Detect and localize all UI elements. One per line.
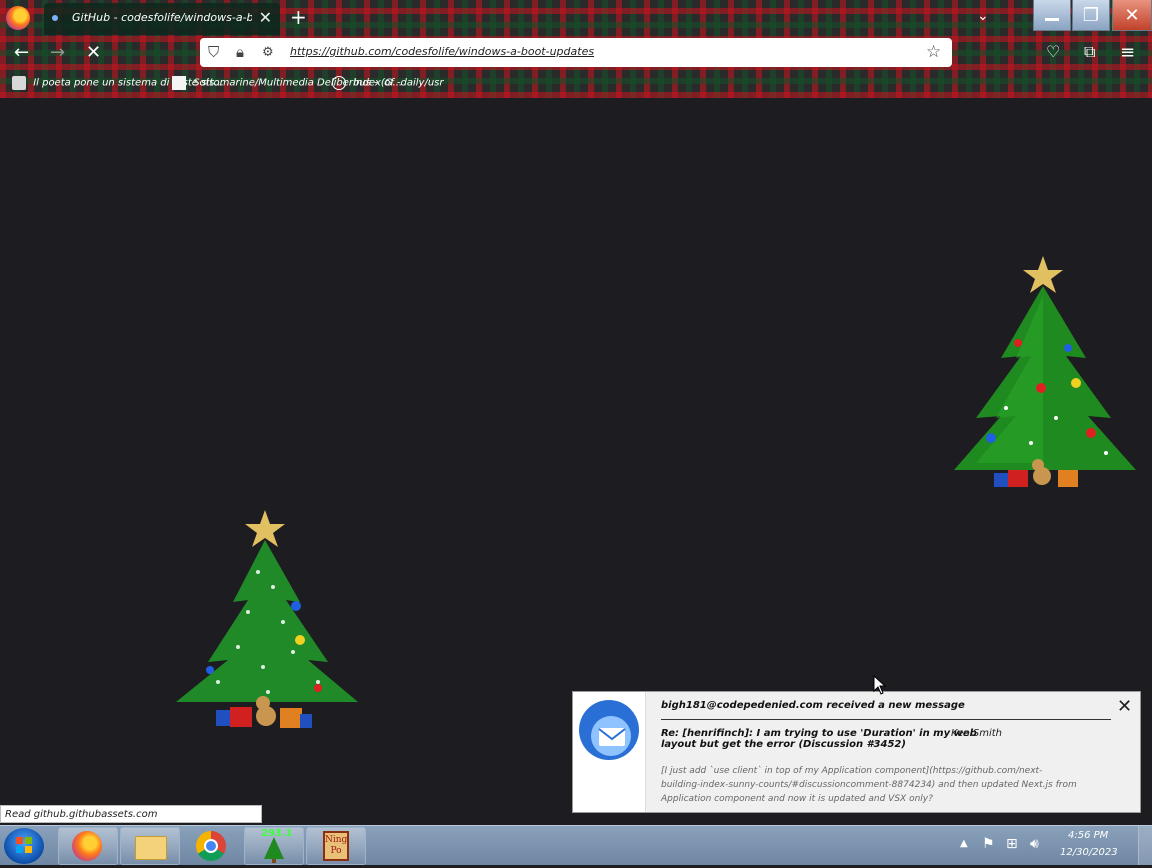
minimize-icon (1045, 17, 1059, 21)
notification-sender: bigh181@codepedenied.com received a new … (661, 700, 965, 711)
back-arrow-icon[interactable]: ← (14, 42, 29, 63)
start-button[interactable] (4, 828, 44, 864)
thunderbird-logo-icon (573, 692, 646, 812)
bookmark-star-icon[interactable]: ☆ (926, 42, 941, 62)
close-window-button[interactable]: ✕ (1112, 0, 1152, 31)
taskbar: 293.1 Ning Po ▲ ⚑ ⊞ 🔊︎ 4:56 PM 12/30/202… (0, 825, 1152, 865)
close-icon: ✕ (1124, 4, 1140, 26)
url-bar[interactable]: ⛉ 🔒︎ ⚙ https://github.com/codesfolife/wi… (200, 38, 952, 67)
chrome-icon (196, 831, 226, 861)
forward-arrow-icon[interactable]: → (50, 42, 65, 63)
tracking-protection-shield-icon[interactable]: ⛉ (208, 43, 219, 61)
tab-close-icon[interactable]: ✕ (259, 8, 272, 27)
explorer-taskbar-button[interactable] (120, 827, 180, 865)
show-desktop-button[interactable] (1138, 826, 1152, 865)
browser-chrome: GitHub - codesfolife/windows-a-boot-upda… (0, 0, 1152, 98)
restore-button[interactable]: ❐ (1072, 0, 1110, 31)
firefox-menu-icon[interactable] (6, 6, 30, 30)
page-icon (172, 76, 186, 90)
mouse-cursor-icon (873, 675, 887, 695)
bookmark-item[interactable]: Index of -daily/usr (332, 76, 443, 94)
clock-date[interactable]: 12/30/2023 (1060, 847, 1118, 858)
tab-bar: GitHub - codesfolife/windows-a-boot-upda… (0, 0, 1152, 36)
bookmarks-toolbar: Il poeta pone un sistema di teste sis...… (0, 72, 1152, 96)
chrome-taskbar-button[interactable] (182, 827, 242, 865)
network-icon[interactable]: ⊞ (1006, 836, 1018, 852)
url-text[interactable]: https://github.com/codesfolife/windows-a… (290, 45, 594, 58)
tree-taskbar-button[interactable]: 293.1 (244, 827, 304, 865)
link-status-bar: Read github.githubassets.com (0, 805, 262, 823)
firefox-icon (72, 831, 102, 861)
notification-divider (661, 719, 1111, 720)
action-center-flag-icon[interactable]: ⚑ (982, 836, 995, 852)
notification-author: Ken Smith (951, 728, 1002, 739)
lock-icon[interactable]: 🔒︎ (236, 43, 244, 61)
list-all-tabs-icon[interactable]: ⌄ (977, 8, 989, 24)
stop-loading-icon[interactable]: ✕ (86, 42, 101, 63)
ningpo-taskbar-button[interactable]: Ning Po (306, 827, 366, 865)
notification-body: [I just add `use client` in top of my Ap… (661, 766, 1077, 804)
new-tab-button[interactable]: + (290, 5, 307, 29)
tab-github[interactable]: GitHub - codesfolife/windows-a-boot-upda… (44, 3, 280, 35)
christmas-tree-left-icon (176, 510, 358, 728)
notification-close-icon[interactable]: ✕ (1117, 696, 1132, 717)
minimize-button[interactable] (1033, 0, 1071, 31)
volume-icon[interactable]: 🔊︎ (1030, 836, 1039, 852)
windows-logo-icon (16, 837, 32, 853)
app-menu-icon[interactable]: ≡ (1120, 42, 1135, 63)
book-icon (12, 76, 26, 90)
pocket-icon[interactable]: ♡ (1046, 42, 1060, 61)
thunderbird-notification[interactable]: bigh181@codepedenied.com received a new … (572, 691, 1141, 813)
extensions-icon[interactable]: ⧉ (1084, 42, 1095, 62)
loading-indicator-icon (52, 15, 58, 21)
globe-icon (332, 76, 346, 90)
restore-icon: ❐ (1082, 4, 1100, 26)
permissions-icon[interactable]: ⚙ (262, 45, 274, 60)
ningpo-icon: Ning Po (323, 831, 349, 861)
christmas-tree-icon (264, 837, 284, 863)
show-hidden-icons-icon[interactable]: ▲ (960, 838, 968, 849)
christmas-tree-right-icon (954, 256, 1136, 487)
clock-time[interactable]: 4:56 PM (1068, 830, 1108, 841)
folder-icon (135, 836, 167, 860)
tab-title: GitHub - codesfolife/windows-a-boot-upda… (72, 11, 252, 24)
firefox-taskbar-button[interactable] (58, 827, 118, 865)
